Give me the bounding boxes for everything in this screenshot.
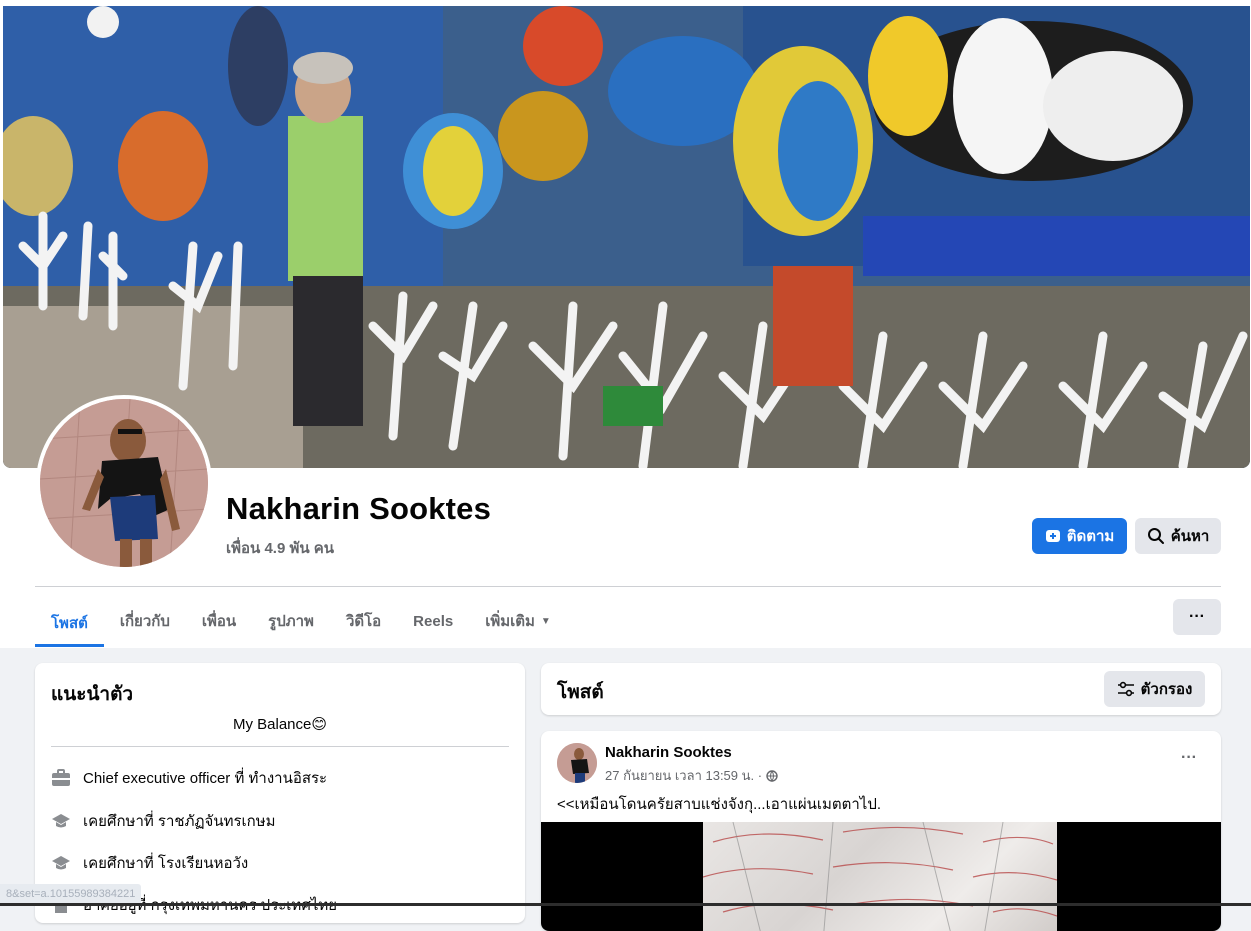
intro-title: แนะนำตัว	[51, 684, 134, 705]
follow-icon	[1045, 530, 1060, 542]
post-media[interactable]	[541, 821, 1221, 931]
tab-label: เพิ่มเติม	[485, 613, 535, 630]
post-photo-illustration	[702, 821, 1058, 931]
ellipsis-icon: ···	[1189, 608, 1205, 625]
tab-more[interactable]: เพิ่มเติม ▼	[469, 598, 567, 644]
intro-item-education: เคยศึกษาที่ โรงเรียนหอวัง	[51, 852, 248, 874]
post-author-avatar[interactable]	[557, 743, 597, 783]
filter-button[interactable]: ตัวกรอง	[1104, 671, 1205, 707]
globe-icon	[766, 769, 778, 782]
follow-button[interactable]: ติดตาม	[1032, 518, 1127, 554]
profile-avatar[interactable]	[40, 399, 208, 567]
ellipsis-icon: ···	[1181, 749, 1197, 766]
graduation-cap-icon	[51, 853, 71, 873]
post-meta: 27 กันยายน เวลา 13:59 น. ·	[605, 765, 778, 786]
cover-photo[interactable]	[3, 6, 1250, 468]
tab-label: โพสต์	[51, 614, 88, 632]
filter-label: ตัวกรอง	[1140, 681, 1193, 698]
header-divider	[35, 586, 1221, 587]
tab-photos[interactable]: รูปภาพ	[252, 598, 330, 644]
post-timestamp[interactable]: 27 กันยายน เวลา 13:59 น. ·	[605, 765, 762, 786]
intro-item-work: Chief executive officer ที่ ทำงานอิสระ	[51, 767, 327, 789]
search-button[interactable]: ค้นหา	[1135, 518, 1221, 554]
filter-icon	[1117, 681, 1134, 697]
follow-label: ติดตาม	[1066, 528, 1115, 545]
post-avatar-photo	[557, 743, 597, 783]
post-author-name[interactable]: Nakharin Sooktes	[605, 744, 732, 761]
post-options-button[interactable]: ···	[1181, 749, 1197, 767]
post-photo	[702, 821, 1058, 931]
tab-about[interactable]: เกี่ยวกับ	[104, 598, 186, 644]
tab-label: Reels	[413, 612, 454, 630]
tab-videos[interactable]: วิดีโอ	[330, 598, 397, 644]
tab-label: วิดีโอ	[345, 613, 382, 630]
status-bar-url: 8&set=a.10155989384221	[0, 884, 142, 904]
more-options-button[interactable]: ···	[1173, 599, 1221, 635]
briefcase-icon	[51, 768, 71, 788]
avatar-photo	[40, 399, 208, 567]
tab-posts[interactable]: โพสต์	[35, 598, 104, 647]
profile-tabs: โพสต์ เกี่ยวกับ เพื่อน รูปภาพ วิดีโอ Ree…	[35, 598, 567, 648]
intro-item-text: เคยศึกษาที่ ราชภัฏจันทรเกษม	[83, 813, 276, 830]
profile-name: Nakharin Sooktes	[226, 491, 492, 526]
caret-down-icon: ▼	[540, 615, 551, 627]
intro-item-text: เคยศึกษาที่ โรงเรียนหอวัง	[83, 855, 249, 872]
cover-photo-illustration	[3, 6, 1250, 468]
search-icon	[1147, 528, 1164, 544]
intro-divider	[51, 746, 509, 747]
tab-label: รูปภาพ	[268, 613, 314, 630]
tab-label: เกี่ยวกับ	[119, 613, 170, 630]
posts-header-card: โพสต์ ตัวกรอง	[541, 663, 1221, 715]
graduation-cap-icon	[51, 811, 71, 831]
friends-count[interactable]: เพื่อน 4.9 พัน คน	[226, 536, 334, 560]
posts-title: โพสต์	[557, 682, 604, 703]
tab-reels[interactable]: Reels	[397, 598, 469, 644]
intro-item-text: Chief executive officer ที่ ทำงานอิสระ	[83, 770, 328, 787]
tab-friends[interactable]: เพื่อน	[186, 598, 252, 644]
bio-text: My Balance😊	[232, 716, 327, 733]
intro-item-education: เคยศึกษาที่ ราชภัฏจันทรเกษม	[51, 810, 276, 832]
tab-label: เพื่อน	[201, 613, 237, 630]
post-text: <<เหมือนโดนครัยสาบแช่งจังกุ...เอาแผ่นเมต…	[557, 796, 882, 813]
post-card: Nakharin Sooktes 27 กันยายน เวลา 13:59 น…	[541, 731, 1221, 931]
search-label: ค้นหา	[1170, 528, 1210, 545]
